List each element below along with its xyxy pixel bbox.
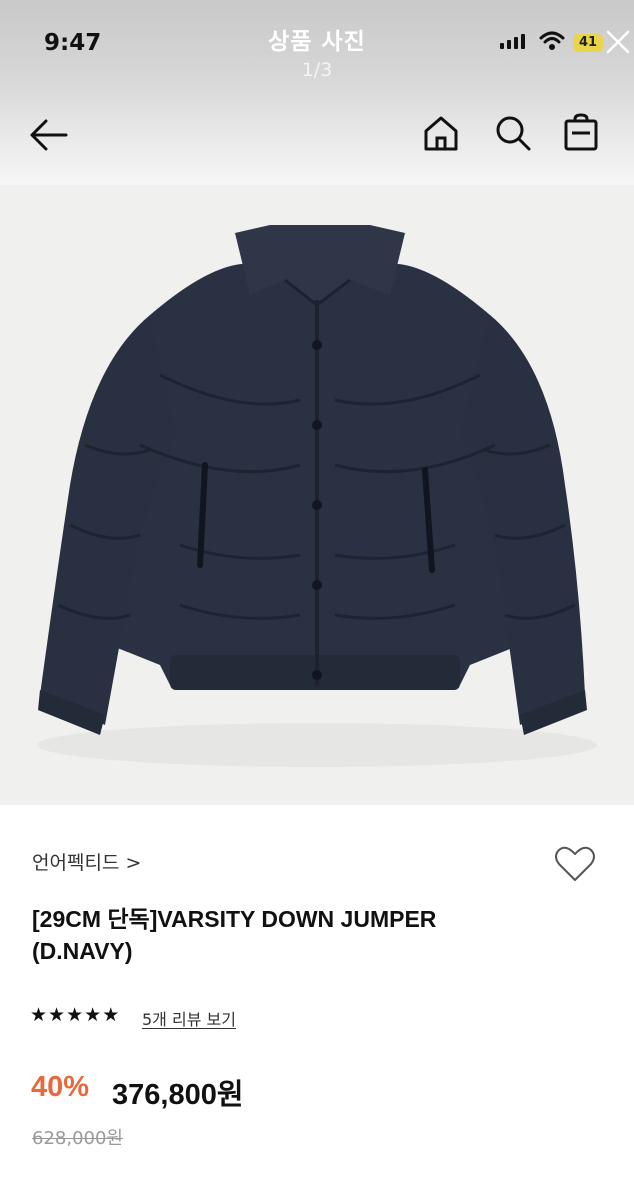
heart-icon[interactable]: [554, 845, 596, 883]
wifi-icon: [539, 31, 565, 50]
image-counter: 1/3: [301, 59, 333, 81]
review-link[interactable]: 5개 리뷰 보기: [142, 1006, 236, 1030]
arrow-left-icon[interactable]: [28, 118, 68, 152]
sale-price: 376,800원: [112, 1079, 244, 1111]
home-icon[interactable]: [423, 114, 459, 152]
star-icon: ★: [102, 1004, 120, 1026]
discount-rate: 40%: [31, 1071, 90, 1103]
star-icon: ★: [48, 1004, 66, 1026]
product-image[interactable]: [0, 185, 634, 805]
product-title-line-1: [29CM 단독]VARSITY DOWN JUMPER: [32, 906, 437, 932]
search-icon[interactable]: [494, 114, 532, 152]
cellular-signal-icon: [500, 34, 525, 49]
battery-indicator: 41: [573, 34, 603, 52]
original-price: 628,000원: [32, 1128, 123, 1149]
star-icon: ★: [30, 1004, 48, 1026]
rating-stars: ★ ★ ★ ★ ★: [30, 1006, 119, 1025]
star-icon: ★: [66, 1004, 84, 1026]
brand-link[interactable]: 언어펙티드 >: [32, 848, 141, 875]
close-icon[interactable]: [604, 28, 632, 56]
jacket-illustration: [37, 225, 597, 767]
star-icon: ★: [84, 1004, 102, 1026]
product-title-line-2: (D.NAVY): [32, 938, 133, 964]
shopping-bag-icon[interactable]: [563, 113, 599, 151]
